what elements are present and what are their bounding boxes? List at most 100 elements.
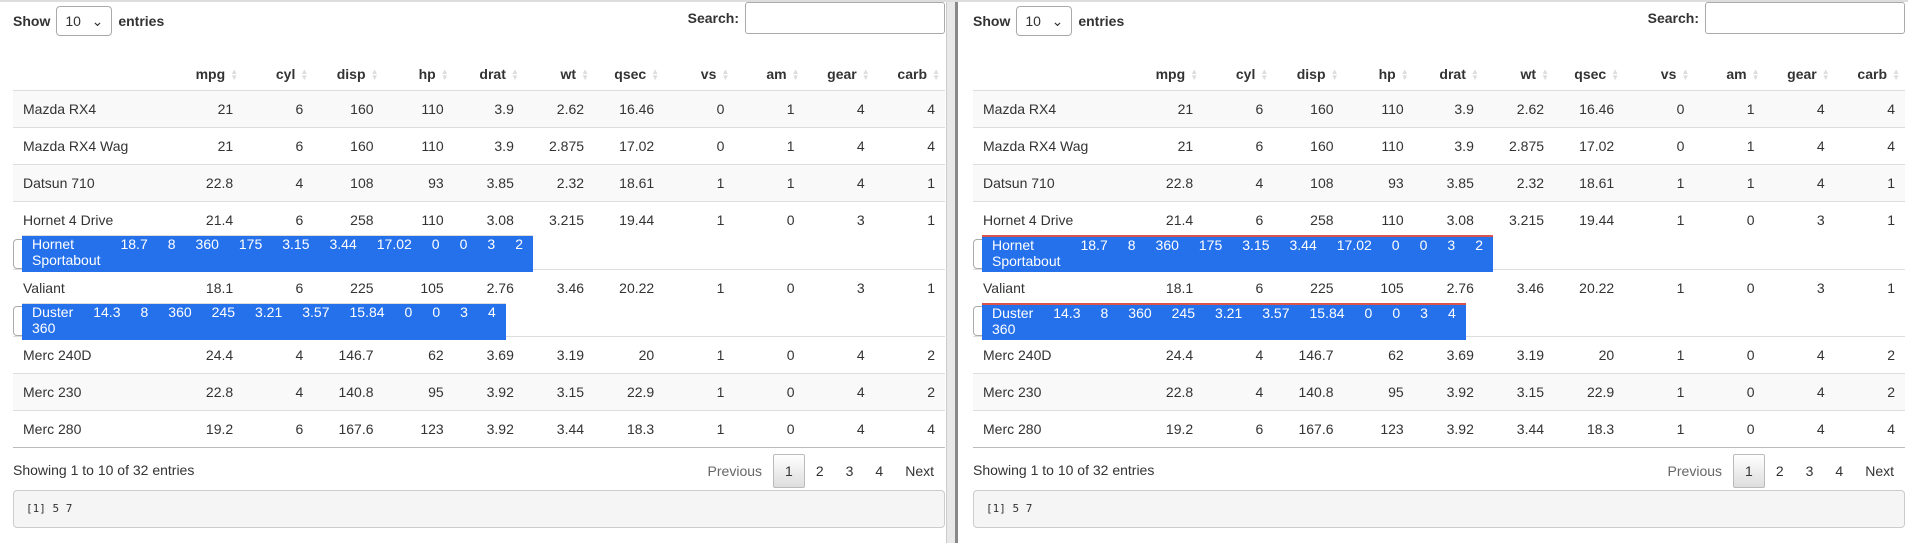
page-1-button[interactable]: 1 — [1733, 454, 1765, 488]
page-4-button[interactable]: 4 — [864, 455, 894, 487]
column-header-am[interactable]: am ▲ ▼ — [734, 66, 804, 91]
cell-qsec: 22.9 — [594, 373, 665, 411]
previous-button[interactable]: Previous — [697, 455, 773, 487]
column-header-am[interactable]: am ▲ ▼ — [1694, 66, 1764, 91]
cell-drat: 3.08 — [1413, 201, 1484, 239]
cell-carb: 1 — [1834, 268, 1905, 306]
table-row[interactable]: Duster 360 14.3 8 360 245 3.21 3.57 15.84 0 0 3 4 — [13, 302, 506, 340]
cell-hp: 62 — [383, 336, 454, 374]
cell-cyl: 6 — [1203, 201, 1274, 239]
cell-disp: 140.8 — [313, 373, 384, 411]
page-1-button[interactable]: 1 — [773, 454, 805, 488]
table-info: Showing 1 to 10 of 32 entries — [13, 462, 195, 478]
column-label: vs — [700, 66, 717, 82]
column-header-wt[interactable]: wt ▲ ▼ — [524, 66, 594, 91]
cell-carb: 1 — [1834, 201, 1905, 239]
table-row[interactable]: Hornet 4 Drive 21.4 6 258 110 3.08 3.215 19.44 1… — [973, 201, 1905, 239]
column-header-disp[interactable]: disp ▲ ▼ — [313, 66, 383, 91]
cell-carb: 2 — [874, 373, 945, 411]
column-header-drat[interactable]: drat ▲ ▼ — [454, 66, 524, 91]
search-input[interactable] — [745, 2, 945, 34]
page-3-button[interactable]: 3 — [835, 455, 865, 487]
cell-hp: 123 — [383, 410, 454, 448]
table-row[interactable]: Hornet Sportabout 18.7 8 360 175 3.15 3.44 17.0… — [13, 235, 533, 272]
cell-cyl: 6 — [1203, 268, 1274, 306]
cell-name: Valiant — [13, 268, 173, 306]
column-header-qsec[interactable]: qsec ▲ ▼ — [594, 66, 664, 91]
cell-wt: 3.44 — [523, 410, 595, 448]
table-row[interactable]: Hornet 4 Drive 21.4 6 258 110 3.08 3.215 19.44 1… — [13, 201, 945, 239]
cell-qsec: 16.46 — [1554, 90, 1625, 128]
page-2-button[interactable]: 2 — [1765, 455, 1795, 487]
cell-mpg: 18.1 — [173, 268, 244, 306]
table-row[interactable]: Merc 280 19.2 6 167.6 123 3.92 3.44 18.3 1 0 4 4 — [973, 410, 1905, 448]
cell-cyl: 6 — [243, 127, 314, 165]
column-header-carb[interactable]: carb ▲ ▼ — [1835, 66, 1905, 91]
cell-drat: 3.92 — [453, 410, 524, 448]
sort-icon: ▲ ▼ — [440, 67, 449, 82]
table-row[interactable]: Valiant 18.1 6 225 105 2.76 3.46 20.22 1 0 3 1 — [13, 268, 945, 306]
column-header-hp[interactable]: hp ▲ ▼ — [1344, 66, 1414, 91]
column-header-gear[interactable]: gear ▲ ▼ — [805, 66, 875, 91]
column-header-mpg[interactable]: mpg ▲ ▼ — [1133, 66, 1203, 91]
search-input[interactable] — [1705, 2, 1905, 34]
cell-gear: 3 — [1437, 235, 1466, 272]
cell-am: 0 — [1382, 302, 1411, 340]
next-button[interactable]: Next — [1854, 455, 1905, 487]
column-header-vs[interactable]: vs ▲ ▼ — [1624, 66, 1694, 91]
table-row[interactable]: Mazda RX4 21 6 160 110 3.9 2.62 16.46 0 1 4 4 — [13, 90, 945, 128]
table-row[interactable]: Merc 230 22.8 4 140.8 95 3.92 3.15 22.9 1 0 4 2 — [13, 373, 945, 411]
length-control: Show 10 ⌄ entries — [13, 6, 164, 36]
page-4-button[interactable]: 4 — [1824, 455, 1854, 487]
column-header-disp[interactable]: disp ▲ ▼ — [1273, 66, 1343, 91]
table-row[interactable]: Datsun 710 22.8 4 108 93 3.85 2.32 18.61 1 1 4 1 — [13, 164, 945, 202]
table-row[interactable]: Mazda RX4 21 6 160 110 3.9 2.62 16.46 0 1 4 4 — [973, 90, 1905, 128]
column-header-rownames — [13, 66, 173, 91]
table-row[interactable]: Valiant 18.1 6 225 105 2.76 3.46 20.22 1 0 3 1 — [973, 268, 1905, 306]
cell-am: 1 — [1694, 127, 1765, 165]
column-header-vs[interactable]: vs ▲ ▼ — [664, 66, 734, 91]
table-row[interactable]: Merc 230 22.8 4 140.8 95 3.92 3.15 22.9 1 0 4 2 — [973, 373, 1905, 411]
previous-button[interactable]: Previous — [1657, 455, 1733, 487]
cell-carb: 4 — [874, 90, 945, 128]
cell-wt: 2.32 — [1483, 164, 1555, 202]
cell-disp: 360 — [1118, 302, 1162, 340]
cell-cyl: 4 — [243, 373, 314, 411]
column-header-qsec[interactable]: qsec ▲ ▼ — [1554, 66, 1624, 91]
cell-disp: 108 — [1273, 164, 1344, 202]
cell-gear: 4 — [1764, 373, 1835, 411]
column-header-gear[interactable]: gear ▲ ▼ — [1765, 66, 1835, 91]
column-header-carb[interactable]: carb ▲ ▼ — [875, 66, 945, 91]
table-row[interactable]: Merc 240D 24.4 4 146.7 62 3.69 3.19 20 1 0 4 2 — [973, 336, 1905, 374]
cell-qsec: 20 — [594, 336, 665, 374]
pane-divider[interactable] — [946, 2, 958, 543]
table-row[interactable]: Mazda RX4 Wag 21 6 160 110 3.9 2.875 17.02 0 1 4 4 — [973, 127, 1905, 165]
table-row[interactable]: Merc 240D 24.4 4 146.7 62 3.69 3.19 20 1 0 4 2 — [13, 336, 945, 374]
column-header-cyl[interactable]: cyl ▲ ▼ — [1203, 66, 1273, 91]
table-row[interactable]: Datsun 710 22.8 4 108 93 3.85 2.32 18.61 1 1 4 1 — [973, 164, 1905, 202]
table-row[interactable]: Duster 360 14.3 8 360 245 3.21 3.57 15.84 0 0 3 4 — [973, 302, 1466, 340]
table-row[interactable]: Mazda RX4 Wag 21 6 160 110 3.9 2.875 17.02 0 1 4 4 — [13, 127, 945, 165]
page-3-button[interactable]: 3 — [1795, 455, 1825, 487]
column-header-cyl[interactable]: cyl ▲ ▼ — [243, 66, 313, 91]
cell-am: 0 — [1694, 373, 1765, 411]
table-row[interactable]: Hornet Sportabout 18.7 8 360 175 3.15 3.44 17.0… — [973, 235, 1493, 272]
entries-select[interactable]: 10 ⌄ — [56, 6, 113, 36]
chevron-down-icon: ⌄ — [91, 12, 104, 29]
table-row[interactable]: Merc 280 19.2 6 167.6 123 3.92 3.44 18.3 1 0 4 4 — [13, 410, 945, 448]
cell-disp: 160 — [1273, 90, 1344, 128]
cell-wt: 3.44 — [1279, 235, 1327, 272]
next-button[interactable]: Next — [894, 455, 945, 487]
sort-icon: ▲ ▼ — [932, 67, 940, 82]
cell-mpg: 22.8 — [173, 164, 244, 202]
cell-am: 1 — [1694, 164, 1765, 202]
datatable-left: Show 10 ⌄ entries Search: mpg ▲ ▼ cyl ▲ ▼ disp ▲… — [13, 2, 945, 528]
column-header-wt[interactable]: wt ▲ ▼ — [1484, 66, 1554, 91]
page-2-button[interactable]: 2 — [805, 455, 835, 487]
cell-mpg: 19.2 — [1133, 410, 1204, 448]
column-header-hp[interactable]: hp ▲ ▼ — [384, 66, 454, 91]
cell-disp: 108 — [313, 164, 384, 202]
entries-select[interactable]: 10 ⌄ — [1016, 6, 1073, 36]
column-header-drat[interactable]: drat ▲ ▼ — [1414, 66, 1484, 91]
column-header-mpg[interactable]: mpg ▲ ▼ — [173, 66, 243, 91]
